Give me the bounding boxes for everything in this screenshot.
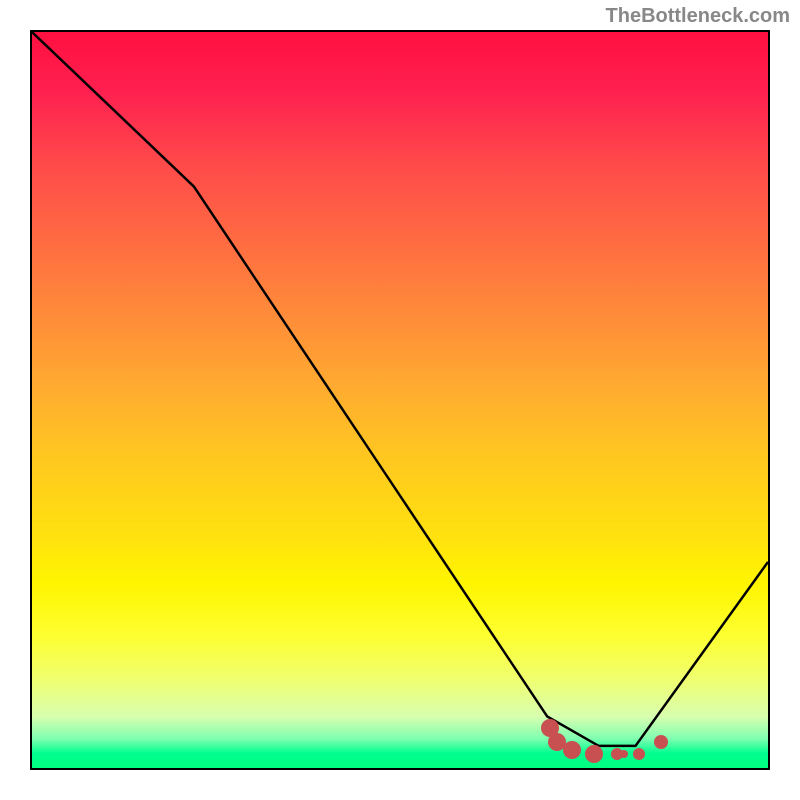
data-marker [563,741,581,759]
chart-area [30,30,770,770]
data-marker [585,745,603,763]
chart-curve [32,32,768,768]
data-marker [620,750,628,758]
data-marker [633,748,645,760]
watermark-text: TheBottleneck.com [606,5,790,28]
